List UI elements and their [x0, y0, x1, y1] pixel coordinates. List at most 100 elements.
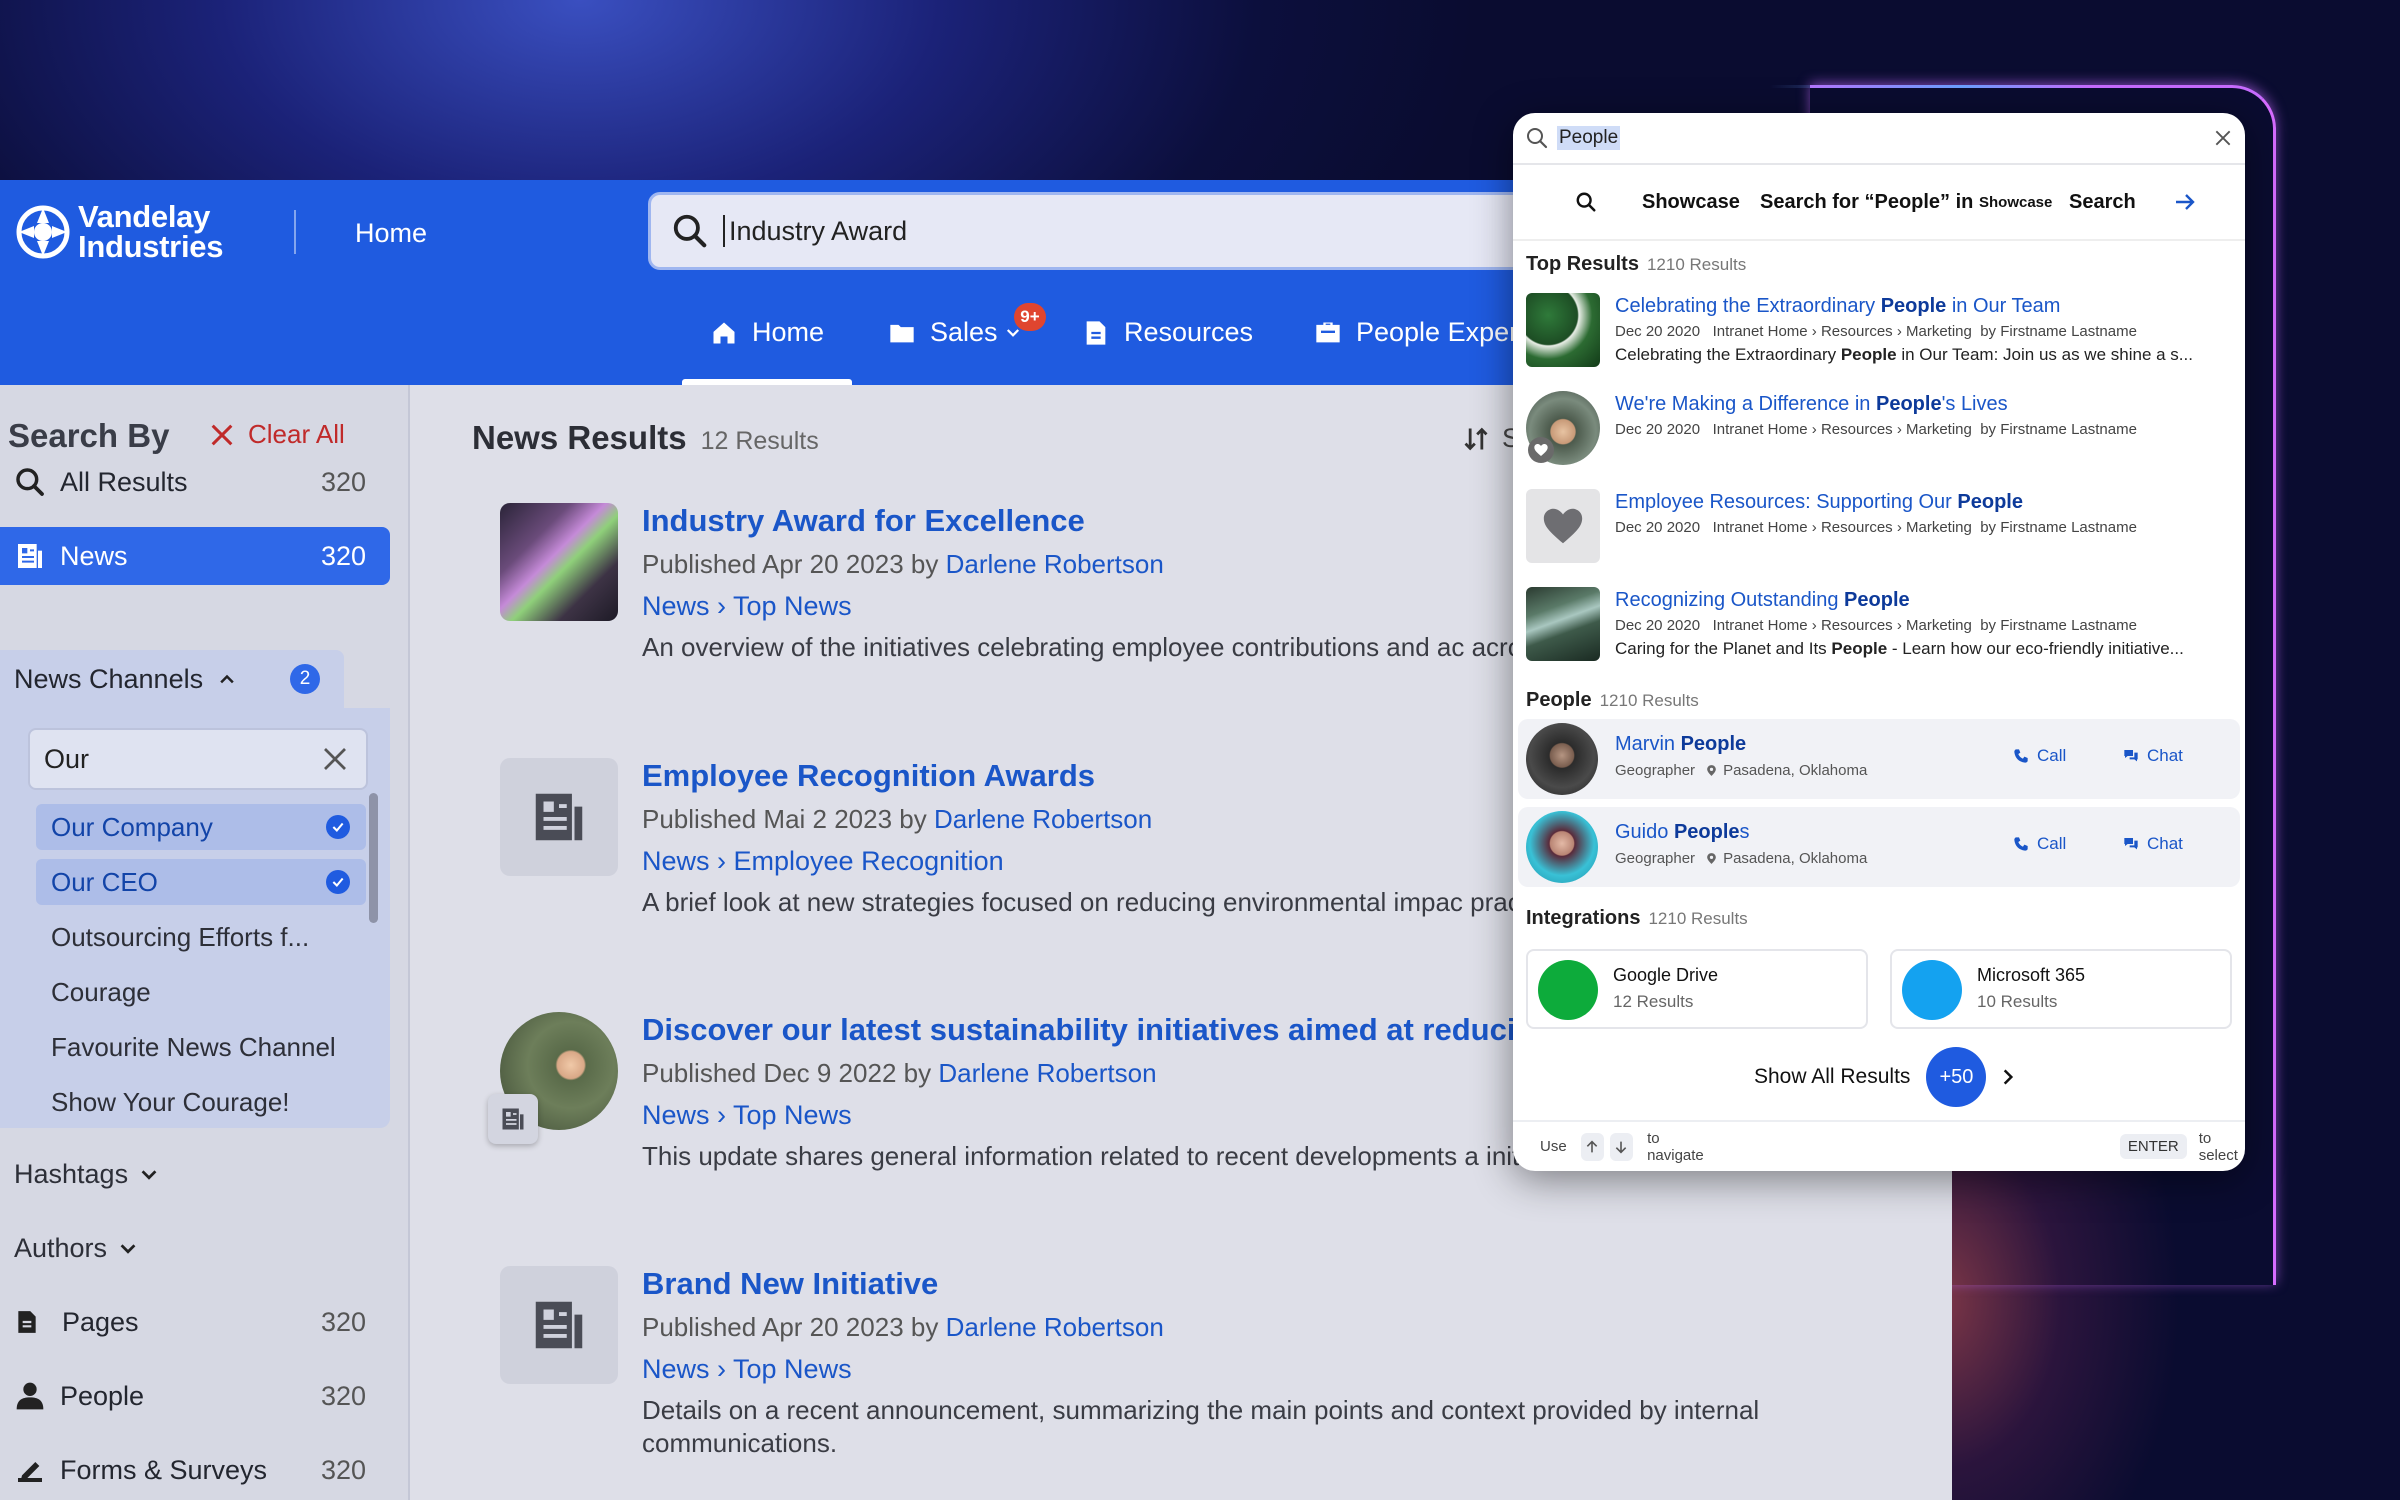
global-search-value: Industry Award	[723, 215, 907, 247]
person-result[interactable]: Guido Peoples Geographer Pasadena, Oklaho…	[1518, 807, 2240, 887]
search-filter-sidebar: Search By Clear All All Results 320 News…	[0, 385, 410, 1500]
result-author[interactable]: Darlene Robertson	[938, 1058, 1156, 1088]
popup-search-value: People	[1557, 126, 1621, 150]
search-label: Search	[2069, 190, 2136, 213]
result-thumbnail[interactable]	[500, 503, 618, 621]
result-breadcrumb[interactable]: News › Employee Recognition	[642, 846, 1004, 877]
top-result-item[interactable]: Employee Resources: Supporting Our Peopl…	[1526, 489, 2236, 573]
nav-item-label: People Experi	[1356, 317, 1525, 347]
clear-input-icon[interactable]	[320, 744, 350, 774]
show-all-results-button[interactable]: Show All Results +50	[1754, 1047, 2018, 1107]
filter-pages[interactable]: Pages 320	[0, 1293, 390, 1351]
section-label: People	[1526, 689, 1592, 711]
result-title[interactable]: Industry Award for Excellence	[642, 503, 1085, 539]
section-count: 1210 Results	[1599, 691, 1699, 710]
result-breadcrumb[interactable]: News › Top News	[642, 1100, 852, 1131]
hashtags-toggle[interactable]: Hashtags	[14, 1159, 160, 1190]
person-result[interactable]: Marvin People Geographer Pasadena, Oklaho…	[1518, 719, 2240, 799]
filter-count: 320	[320, 1380, 366, 1411]
nav-item-people-experience[interactable]: People Experi	[1314, 280, 1524, 385]
nav-item-home[interactable]: Home	[681, 280, 853, 385]
header-home-link[interactable]: Home	[355, 218, 427, 249]
channel-filter-input[interactable]: Our	[28, 728, 368, 790]
heart-icon	[1528, 437, 1554, 463]
channel-list-scrollbar[interactable]	[369, 793, 378, 923]
filter-news[interactable]: News 320	[0, 527, 390, 585]
channel-option[interactable]: Favourite News Channel	[36, 1024, 366, 1070]
filter-people[interactable]: People 320	[0, 1367, 390, 1425]
check-icon	[326, 815, 350, 839]
news-channels-toggle[interactable]: News Channels 2	[0, 650, 344, 708]
result-title[interactable]: Employee Recognition Awards	[642, 758, 1095, 794]
top-results-heading: Top Results 1210 Results	[1526, 253, 1746, 276]
search-popup: People Showcase Search for “People” in S…	[1513, 113, 2245, 1171]
close-icon[interactable]	[2213, 128, 2233, 148]
hashtags-label: Hashtags	[14, 1159, 129, 1189]
channel-option[interactable]: Our Company	[36, 804, 366, 850]
filter-count: 320	[320, 1454, 366, 1485]
result-thumbnail[interactable]	[500, 758, 618, 876]
result-published: Published Dec 9 2022 by	[642, 1058, 932, 1088]
top-result-item[interactable]: We're Making a Difference in People's Li…	[1526, 391, 2236, 475]
result-meta: Published Apr 20 2023 by Darlene Roberts…	[642, 1312, 1164, 1343]
clear-all-button[interactable]: Clear All	[208, 419, 345, 450]
result-breadcrumb[interactable]: News › Top News	[642, 591, 852, 622]
integration-count: 10 Results	[1977, 992, 2058, 1011]
search-in-showcase-row[interactable]: Showcase Search for “People” in Showcase…	[1513, 165, 2245, 241]
channel-label: Our Company	[51, 811, 213, 842]
arrow-down-icon	[1609, 1132, 1634, 1161]
channels-selected-count: 2	[290, 664, 320, 694]
nav-item-resources[interactable]: Resources	[1082, 280, 1253, 385]
authors-toggle[interactable]: Authors	[14, 1233, 139, 1264]
top-result-description: Celebrating the Extraordinary People in …	[1615, 345, 2193, 364]
call-button[interactable]: Call	[2013, 746, 2066, 766]
sales-notification-badge: 9+	[1014, 303, 1046, 331]
chat-button[interactable]: Chat	[2123, 746, 2183, 766]
filter-count: 320	[320, 1306, 366, 1337]
person-icon	[16, 1382, 44, 1410]
nav-item-sales[interactable]: Sales	[888, 280, 1022, 385]
channel-option[interactable]: Show Your Courage!	[36, 1079, 366, 1125]
chat-button[interactable]: Chat	[2123, 834, 2183, 854]
news-type-badge	[488, 1094, 538, 1144]
search-icon	[1527, 128, 1548, 149]
footer-navigate-label: to navigate	[1647, 1129, 1704, 1164]
filter-all-results[interactable]: All Results 320	[0, 453, 390, 511]
result-author[interactable]: Darlene Robertson	[946, 549, 1164, 579]
result-author[interactable]: Darlene Robertson	[934, 804, 1152, 834]
brand-logo[interactable]: Vandelay Industries	[16, 201, 223, 262]
result-meta: Published Mai 2 2023 by Darlene Robertso…	[642, 804, 1152, 835]
more-results-badge: +50	[1926, 1047, 1987, 1107]
top-result-description: Caring for the Planet and Its People - L…	[1615, 639, 2184, 658]
filter-label: News	[60, 540, 128, 571]
result-author[interactable]: Darlene Robertson	[946, 1312, 1164, 1342]
integration-card-microsoft-365[interactable]: Microsoft 365 10 Results	[1890, 949, 2232, 1029]
microsoft-365-icon	[1902, 960, 1962, 1020]
authors-label: Authors	[14, 1233, 108, 1263]
result-thumbnail[interactable]	[500, 1266, 618, 1384]
filter-forms-surveys[interactable]: Forms & Surveys 320	[0, 1441, 390, 1499]
result-title[interactable]: Brand New Initiative	[642, 1266, 938, 1302]
channel-label: Outsourcing Efforts f...	[51, 921, 310, 952]
result-title[interactable]: Discover our latest sustainability initi…	[642, 1012, 1553, 1048]
chevron-down-icon	[141, 1169, 157, 1180]
top-result-item[interactable]: Recognizing Outstanding People Dec 20 20…	[1526, 587, 2236, 671]
search-icon	[16, 468, 44, 496]
popup-search-input[interactable]: People	[1513, 113, 2245, 165]
result-thumbnail	[1526, 489, 1600, 563]
channel-option[interactable]: Our CEO	[36, 859, 366, 905]
sidebar-title: Search By	[8, 417, 170, 454]
integration-card-google-drive[interactable]: Google Drive 12 Results	[1526, 949, 1868, 1029]
filter-label: Pages	[62, 1306, 139, 1337]
call-button[interactable]: Call	[2013, 834, 2066, 854]
channel-option[interactable]: Courage	[36, 969, 366, 1015]
arrow-up-icon	[1580, 1132, 1604, 1161]
sort-icon[interactable]	[1462, 425, 1490, 453]
nav-item-label: Home	[752, 317, 825, 347]
result-breadcrumb[interactable]: News › Top News	[642, 1354, 852, 1385]
section-count: 1210 Results	[1648, 909, 1748, 928]
integration-name: Microsoft 365	[1977, 965, 2086, 985]
showcase-small-label: Showcase	[1979, 193, 2053, 211]
channel-option[interactable]: Outsourcing Efforts f...	[36, 914, 366, 960]
top-result-item[interactable]: Celebrating the Extraordinary People in …	[1526, 293, 2236, 377]
